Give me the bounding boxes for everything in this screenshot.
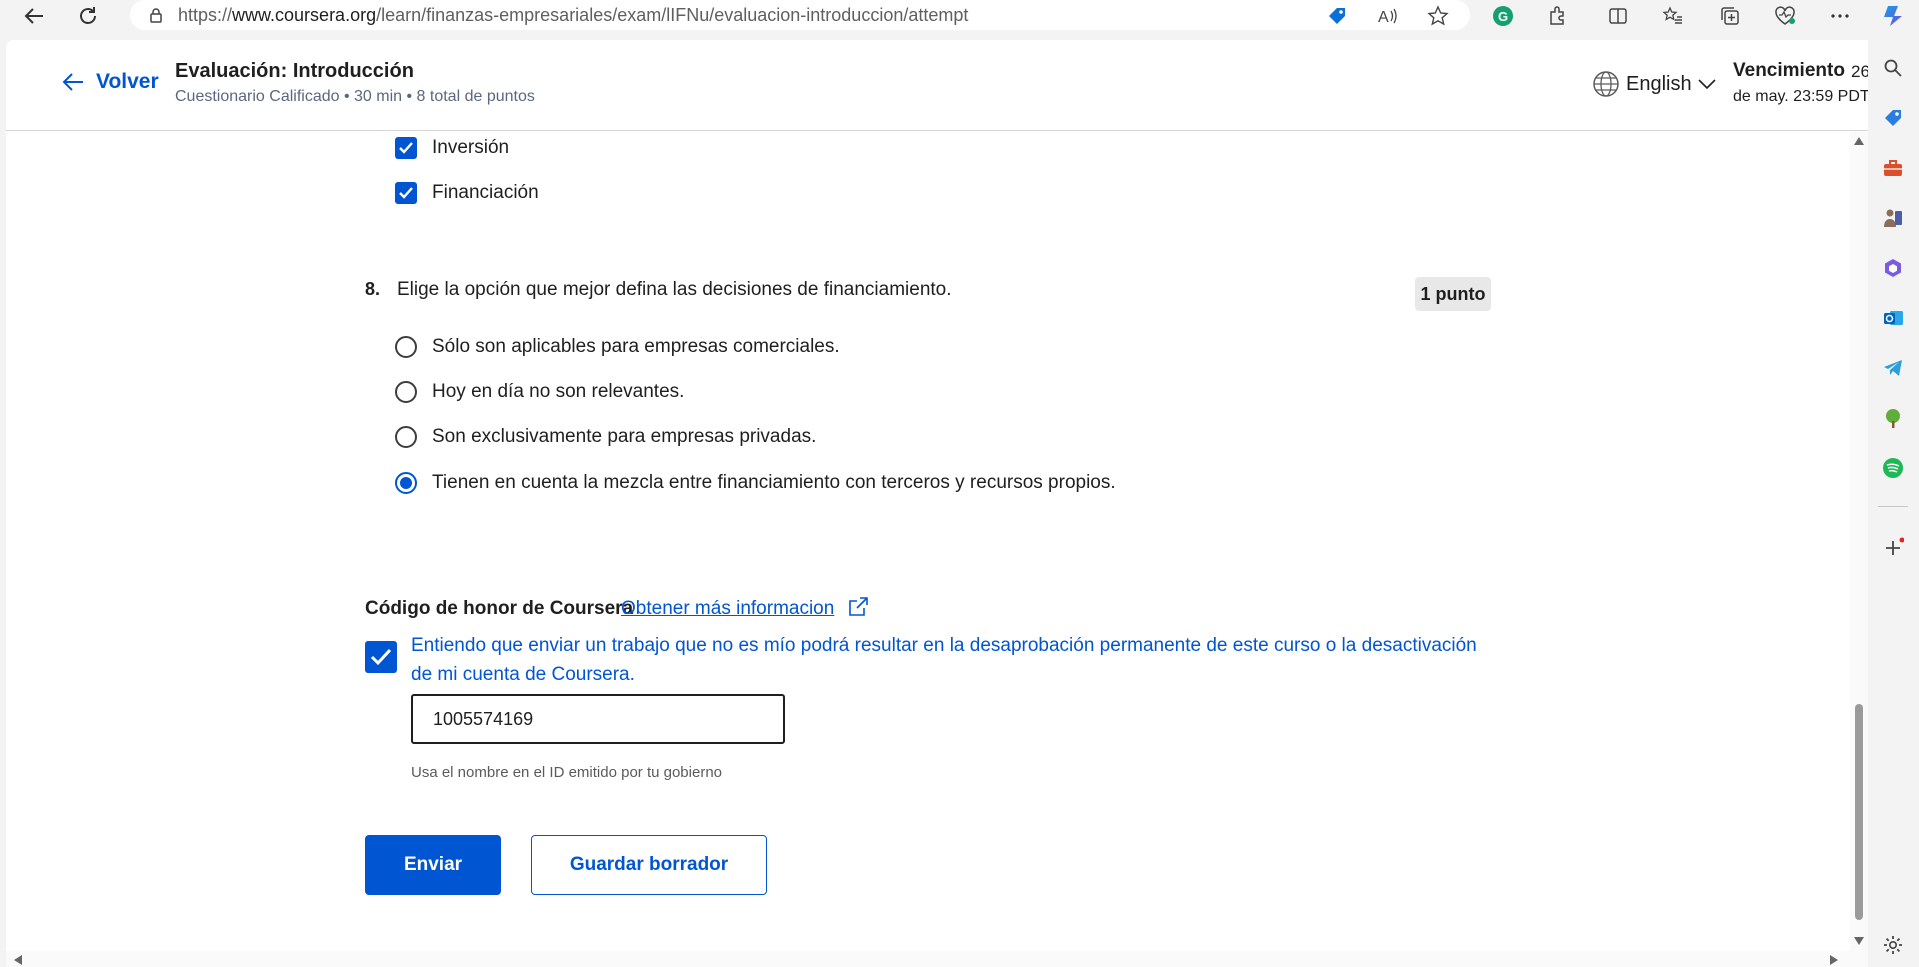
extensions-icon[interactable] (1545, 3, 1571, 29)
telegram-icon[interactable] (1880, 355, 1906, 381)
back-arrow-icon[interactable] (20, 2, 48, 30)
legal-name-input[interactable] (411, 694, 785, 744)
checkbox-checked[interactable] (395, 137, 417, 159)
radio-option[interactable]: Son exclusivamente para empresas privada… (395, 426, 816, 448)
checkmark-icon (399, 142, 413, 154)
option-label: Financiación (432, 182, 539, 203)
browser-sidebar (1868, 0, 1919, 967)
favorites-list-icon[interactable] (1660, 3, 1686, 29)
outlook-icon[interactable] (1880, 305, 1906, 331)
honor-code-statement[interactable]: Entiendo que enviar un trabajo que no es… (411, 631, 1501, 689)
option-label: Sólo son aplicables para empresas comerc… (432, 336, 840, 357)
search-icon[interactable] (1880, 55, 1906, 81)
spotify-icon[interactable] (1880, 455, 1906, 481)
settings-gear-icon[interactable] (1880, 932, 1906, 958)
radio-option[interactable]: Hoy en día no son relevantes. (395, 381, 684, 403)
question-text: Elige la opción que mejor defina las dec… (397, 279, 952, 300)
lock-icon[interactable] (148, 7, 164, 23)
svg-text:G: G (1498, 9, 1508, 24)
due-date: de may. 23:59 PDT (1733, 88, 1868, 105)
question-number: 8. (365, 279, 381, 299)
due-day: 26 (1851, 62, 1868, 81)
radio-button[interactable] (395, 336, 417, 358)
refresh-icon[interactable] (74, 2, 102, 30)
price-tag-icon[interactable] (1324, 3, 1350, 29)
copilot-icon[interactable] (1880, 3, 1906, 29)
submit-button[interactable]: Enviar (365, 835, 501, 895)
scroll-down-arrow-icon[interactable] (1854, 937, 1864, 945)
checkbox-checked[interactable] (395, 182, 417, 204)
page-viewport: Volver Evaluación: Introducción Cuestion… (6, 40, 1868, 967)
radio-button[interactable] (395, 381, 417, 403)
exam-header: Volver Evaluación: Introducción Cuestion… (6, 40, 1868, 131)
grammarly-icon[interactable]: G (1490, 3, 1516, 29)
more-options-icon[interactable] (1827, 3, 1853, 29)
option-label: Inversión (432, 137, 510, 158)
games-icon[interactable] (1880, 205, 1906, 231)
exam-content: Inversión Financiación 8. Elige la opció… (6, 131, 1850, 951)
tools-briefcase-icon[interactable] (1880, 155, 1906, 181)
shopping-tag-icon[interactable] (1880, 105, 1906, 131)
checkmark-icon (370, 648, 392, 666)
option-label: Hoy en día no son relevantes. (432, 381, 685, 402)
tree-app-icon[interactable] (1880, 405, 1906, 431)
honor-code-link[interactable]: Obtener más informacion (621, 598, 834, 620)
exam-subtitle: Cuestionario Calificado • 30 min • 8 tot… (175, 88, 535, 105)
scroll-left-arrow-icon[interactable] (14, 955, 22, 965)
honor-code-title: Código de honor de Coursera (365, 598, 634, 619)
exam-title: Evaluación: Introducción (175, 60, 414, 82)
points-badge: 1 punto (1415, 277, 1491, 311)
scroll-right-arrow-icon[interactable] (1830, 955, 1838, 965)
split-screen-icon[interactable] (1605, 3, 1631, 29)
collections-icon[interactable] (1717, 3, 1743, 29)
language-label: English (1626, 72, 1692, 95)
back-link[interactable]: Volver (62, 70, 159, 94)
svg-text:A: A (1378, 9, 1389, 26)
globe-icon (1593, 71, 1619, 97)
radio-option[interactable]: Sólo son aplicables para empresas comerc… (395, 336, 840, 358)
read-aloud-icon[interactable]: A (1375, 3, 1401, 29)
scrollbar-thumb[interactable] (1855, 704, 1863, 920)
vertical-scrollbar[interactable] (1850, 131, 1868, 951)
checkbox-option[interactable]: Financiación (395, 182, 539, 204)
due-label: Vencimiento (1733, 60, 1845, 81)
save-draft-button[interactable]: Guardar borrador (531, 835, 767, 895)
language-selector[interactable]: English (1592, 70, 1716, 98)
back-label: Volver (96, 70, 159, 93)
microsoft-365-icon[interactable] (1880, 255, 1906, 281)
scroll-up-arrow-icon[interactable] (1854, 137, 1864, 145)
radio-button-selected[interactable] (395, 472, 417, 494)
arrow-left-icon (62, 73, 83, 91)
checkbox-option[interactable]: Inversión (395, 137, 509, 159)
external-link-icon[interactable] (846, 595, 870, 624)
url-text: https://www.coursera.org/learn/finanzas-… (178, 4, 969, 25)
add-app-icon[interactable] (1880, 535, 1906, 561)
favorite-star-icon[interactable] (1425, 3, 1451, 29)
checkmark-icon (399, 187, 413, 199)
name-help-text: Usa el nombre en el ID emitido por tu go… (411, 764, 723, 781)
radio-button[interactable] (395, 426, 417, 448)
option-label: Son exclusivamente para empresas privada… (432, 426, 817, 447)
browser-essentials-icon[interactable] (1772, 3, 1798, 29)
sidebar-divider (1878, 506, 1908, 507)
radio-option-selected[interactable]: Tienen en cuenta la mezcla entre financi… (395, 472, 1116, 494)
option-label: Tienen en cuenta la mezcla entre financi… (432, 472, 1116, 493)
chevron-down-icon (1698, 79, 1716, 90)
browser-toolbar: https://www.coursera.org/learn/finanzas-… (0, 0, 1868, 32)
honor-code-checkbox[interactable] (365, 641, 397, 673)
address-bar[interactable]: https://www.coursera.org/learn/finanzas-… (130, 0, 1470, 30)
horizontal-scrollbar[interactable] (6, 951, 1868, 967)
